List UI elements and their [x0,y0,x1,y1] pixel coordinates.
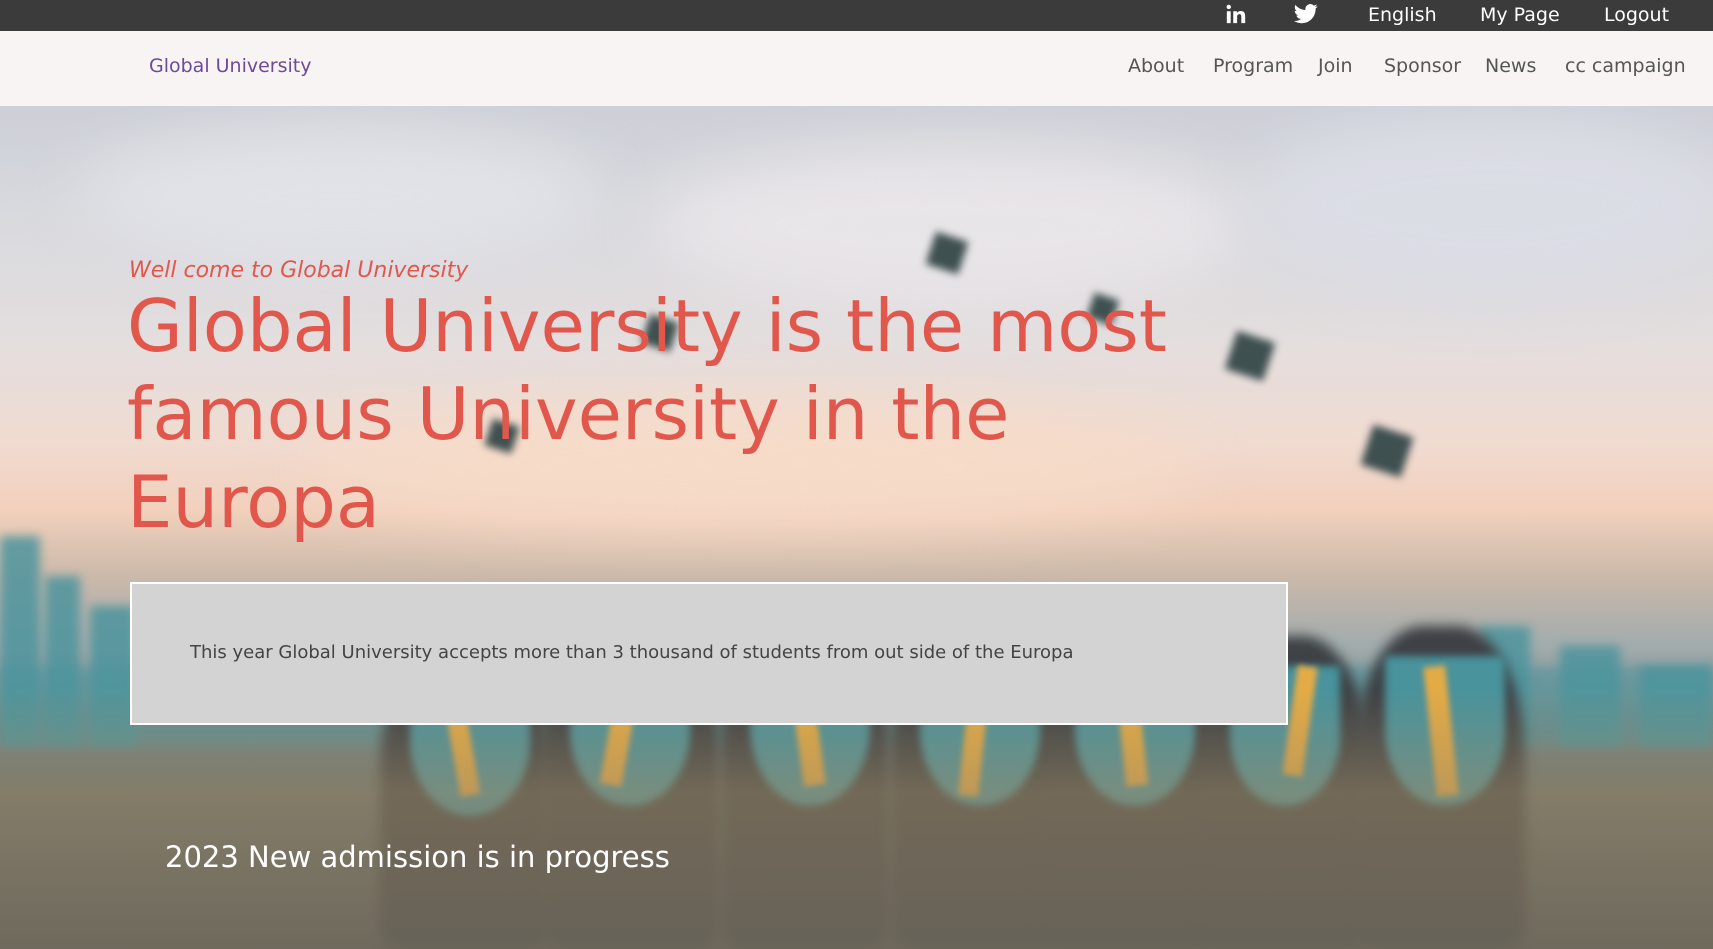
nav-about[interactable]: About [1128,55,1184,77]
brand-logo-link[interactable]: Global University [149,55,312,77]
nav-cc-campaign[interactable]: cc campaign [1565,55,1686,77]
main-navbar: Global University About Program Join Spo… [0,31,1713,106]
logout-link[interactable]: Logout [1604,0,1669,31]
nav-sponsor[interactable]: Sponsor [1384,55,1461,77]
linkedin-icon[interactable] [1222,2,1250,26]
twitter-icon[interactable] [1292,2,1320,26]
admission-status-text: 2023 New admission is in progress [165,840,670,874]
hero-headline: Global University is the most famous Uni… [127,284,1168,544]
nav-program[interactable]: Program [1213,55,1293,77]
nav-join[interactable]: Join [1318,55,1353,77]
notice-text: This year Global University accepts more… [190,642,1074,663]
my-page-link[interactable]: My Page [1480,0,1560,31]
nav-news[interactable]: News [1485,55,1536,77]
top-utility-bar: English My Page Logout [0,0,1713,31]
hero-section: Well come to Global University Global Un… [0,106,1713,949]
welcome-tagline: Well come to Global University [129,258,469,283]
admission-notice-box: This year Global University accepts more… [130,582,1288,725]
language-selector[interactable]: English [1368,0,1437,31]
